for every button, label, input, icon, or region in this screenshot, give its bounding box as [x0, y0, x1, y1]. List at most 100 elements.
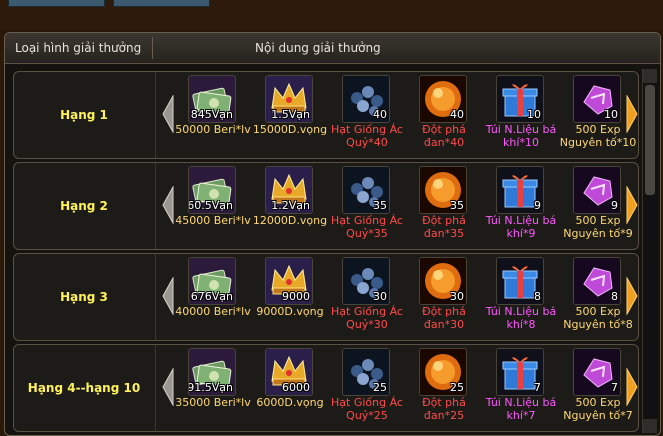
reward-item[interactable]: 35 Hạt Giống Ác Quỷ*35 — [331, 163, 403, 249]
item-name: 12000D.vọng — [252, 214, 328, 227]
item-quantity: 9 — [611, 199, 618, 212]
seed-icon: 25 — [342, 348, 390, 396]
rank-label: Hạng 3 — [60, 290, 108, 304]
money-icon: 760.5Vạn — [188, 166, 236, 214]
crystal-icon: 7 — [573, 348, 621, 396]
item-quantity: 8 — [611, 290, 618, 303]
crystal-icon: 8 — [573, 257, 621, 305]
reward-item[interactable]: 40 Đột phá đan*40 — [408, 72, 480, 158]
item-quantity: 676Vạn — [190, 290, 233, 303]
reward-item[interactable]: 25 Hạt Giống Ác Quỷ*25 — [331, 345, 403, 431]
item-name: 35000 Beri*lv — [175, 396, 251, 409]
orb-icon: 25 — [419, 348, 467, 396]
reward-item[interactable]: 10 Túi N.Liệu bá khí*10 — [485, 72, 557, 158]
next-arrow-icon[interactable] — [626, 95, 638, 133]
row-divider — [155, 345, 156, 431]
gift-icon: 8 — [496, 257, 544, 305]
item-quantity: 25 — [450, 381, 464, 394]
item-quantity: 1.2Vạn — [271, 199, 310, 212]
item-quantity: 35 — [373, 199, 387, 212]
top-bar — [0, 0, 663, 30]
reward-item[interactable]: 30 Hạt Giống Ác Quỷ*30 — [331, 254, 403, 340]
reward-panel: Loại hình giải thưởng Nội dung giải thưở… — [4, 32, 661, 436]
gift-icon: 10 — [496, 75, 544, 123]
reward-item[interactable]: 10 500 Exp Nguyên tố*10 — [560, 72, 636, 158]
item-name: Hạt Giống Ác Quỷ*30 — [331, 305, 403, 331]
crown-icon: 1.2Vạn — [265, 166, 313, 214]
reward-item[interactable]: 7 500 Exp Nguyên tố*7 — [562, 345, 634, 431]
item-name: Túi N.Liệu bá khí*9 — [485, 214, 557, 240]
reward-item[interactable]: 7 Túi N.Liệu bá khí*7 — [485, 345, 557, 431]
reward-item[interactable]: 35 Đột phá đan*35 — [408, 163, 480, 249]
item-quantity: 6000 — [282, 381, 310, 394]
item-name: Đột phá đan*40 — [422, 123, 466, 149]
tab-stub-left[interactable] — [8, 0, 105, 7]
reward-item[interactable]: 9 500 Exp Nguyên tố*9 — [562, 163, 634, 249]
scrollbar[interactable] — [642, 69, 657, 433]
orb-icon: 40 — [419, 75, 467, 123]
reward-item[interactable]: 25 Đột phá đan*25 — [408, 345, 480, 431]
rank-label: Hạng 2 — [60, 199, 108, 213]
table-header: Loại hình giải thưởng Nội dung giải thưở… — [5, 33, 660, 64]
item-name: 45000 Beri*lv — [175, 214, 251, 227]
reward-item[interactable]: 9000 9000D.vọng — [254, 254, 326, 340]
reward-item[interactable]: 6000 6000D.vọng — [254, 345, 326, 431]
crown-icon: 6000 — [265, 348, 313, 396]
item-name: 50000 Beri*lv — [175, 123, 251, 136]
reward-row-rank-2: Hạng 2 760.5Vạn 45000 Beri*lv 1.2Vạn 120… — [13, 162, 639, 250]
item-name: Hạt Giống Ác Quỷ*40 — [331, 123, 403, 149]
header-rank-type: Loại hình giải thưởng — [15, 41, 142, 55]
next-arrow-icon[interactable] — [626, 368, 638, 406]
tab-stub-right[interactable] — [113, 0, 210, 7]
scrollbar-thumb[interactable] — [645, 85, 655, 195]
item-quantity: 30 — [373, 290, 387, 303]
seed-icon: 35 — [342, 166, 390, 214]
reward-item[interactable]: 8 Túi N.Liệu bá khí*8 — [485, 254, 557, 340]
reward-item[interactable]: 591.5Vạn 35000 Beri*lv — [175, 345, 251, 431]
reward-item[interactable]: 1.5Vạn 15000D.vọng — [253, 72, 327, 158]
reward-item[interactable]: 40 Hạt Giống Ác Quỷ*40 — [331, 72, 403, 158]
reward-row-rank-3: Hạng 3 676Vạn 40000 Beri*lv 9000 9000D.v… — [13, 253, 639, 341]
item-name: 40000 Beri*lv — [175, 305, 251, 318]
item-quantity: 7 — [611, 381, 618, 394]
item-quantity: 9000 — [282, 290, 310, 303]
item-name: Đột phá đan*25 — [422, 396, 466, 422]
reward-row-rank-1: Hạng 1 845Vạn 50000 Beri*lv 1.5Vạn 15000… — [13, 71, 639, 159]
orb-icon: 35 — [419, 166, 467, 214]
row-divider — [155, 72, 156, 158]
seed-icon: 40 — [342, 75, 390, 123]
reward-item[interactable]: 8 500 Exp Nguyên tố*8 — [562, 254, 634, 340]
reward-item[interactable]: 1.2Vạn 12000D.vọng — [253, 163, 327, 249]
header-reward-content: Nội dung giải thưởng — [255, 41, 381, 55]
money-icon: 845Vạn — [188, 75, 236, 123]
reward-item[interactable]: 845Vạn 50000 Beri*lv — [175, 72, 251, 158]
orb-icon: 30 — [419, 257, 467, 305]
scroll-down-button[interactable] — [643, 419, 657, 433]
crystal-icon: 10 — [573, 75, 621, 123]
item-quantity: 35 — [450, 199, 464, 212]
reward-item[interactable]: 9 Túi N.Liệu bá khí*9 — [485, 163, 557, 249]
reward-item[interactable]: 760.5Vạn 45000 Beri*lv — [175, 163, 251, 249]
seed-icon: 30 — [342, 257, 390, 305]
reward-item[interactable]: 30 Đột phá đan*30 — [408, 254, 480, 340]
item-quantity: 8 — [534, 290, 541, 303]
item-name: Đột phá đan*30 — [422, 305, 466, 331]
item-quantity: 1.5Vạn — [271, 108, 310, 121]
reward-row-rank-4: Hạng 4--hạng 10 591.5Vạn 35000 Beri*lv 6… — [13, 344, 639, 432]
scroll-up-button[interactable] — [643, 69, 657, 83]
item-quantity: 40 — [373, 108, 387, 121]
row-divider — [155, 163, 156, 249]
item-quantity: 845Vạn — [190, 108, 233, 121]
next-arrow-icon[interactable] — [626, 277, 638, 315]
header-divider — [152, 37, 153, 59]
item-name: 6000D.vọng — [256, 396, 324, 409]
row-divider — [155, 254, 156, 340]
crystal-icon: 9 — [573, 166, 621, 214]
reward-item[interactable]: 676Vạn 40000 Beri*lv — [175, 254, 251, 340]
rank-label: Hạng 1 — [60, 108, 108, 122]
item-name: Túi N.Liệu bá khí*8 — [485, 305, 557, 331]
money-icon: 591.5Vạn — [188, 348, 236, 396]
item-name: Hạt Giống Ác Quỷ*25 — [331, 396, 403, 422]
item-quantity: 9 — [534, 199, 541, 212]
next-arrow-icon[interactable] — [626, 186, 638, 224]
